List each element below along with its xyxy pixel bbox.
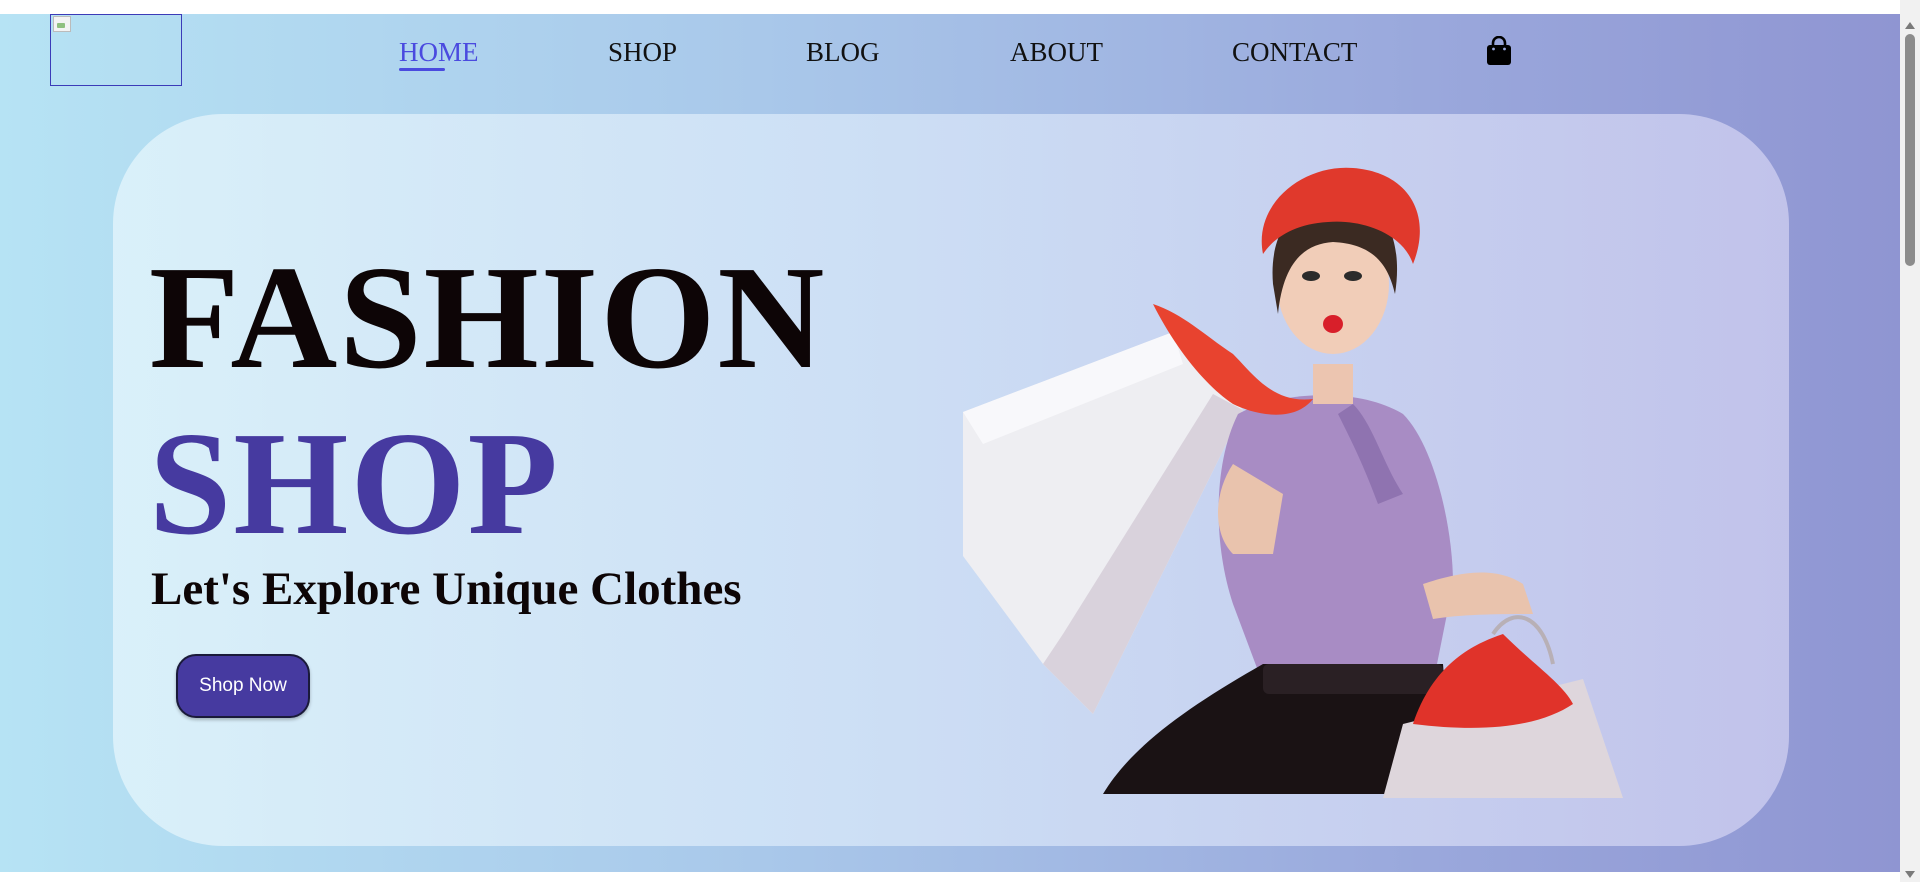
- nav-link-shop[interactable]: SHOP: [608, 34, 677, 70]
- hero-model-image: [963, 167, 1623, 798]
- hero-title-fashion: FASHION: [149, 236, 827, 400]
- site-logo[interactable]: [50, 14, 182, 86]
- nav-link-about[interactable]: ABOUT: [1010, 34, 1103, 70]
- page-viewport: HOME SHOP BLOG ABOUT CONTACT FASHION SHO…: [0, 14, 1900, 872]
- hero-subtitle: Let's Explore Unique Clothes: [151, 563, 742, 615]
- shopping-bag-icon[interactable]: [1486, 36, 1512, 66]
- hero-section: FASHION SHOP Let's Explore Unique Clothe…: [113, 114, 1789, 846]
- shop-now-button[interactable]: Shop Now: [176, 654, 310, 718]
- nav-link-blog[interactable]: BLOG: [806, 34, 880, 70]
- broken-image-icon: [53, 16, 71, 32]
- vertical-scrollbar[interactable]: [1900, 0, 1920, 882]
- nav-link-home[interactable]: HOME: [399, 34, 479, 70]
- hero-title-shop: SHOP: [149, 402, 560, 566]
- scroll-thumb[interactable]: [1905, 34, 1915, 266]
- nav-link-contact[interactable]: CONTACT: [1232, 34, 1357, 70]
- nav-active-underline: [399, 68, 445, 71]
- scroll-down-icon[interactable]: [1905, 871, 1915, 878]
- scroll-up-icon[interactable]: [1905, 22, 1915, 29]
